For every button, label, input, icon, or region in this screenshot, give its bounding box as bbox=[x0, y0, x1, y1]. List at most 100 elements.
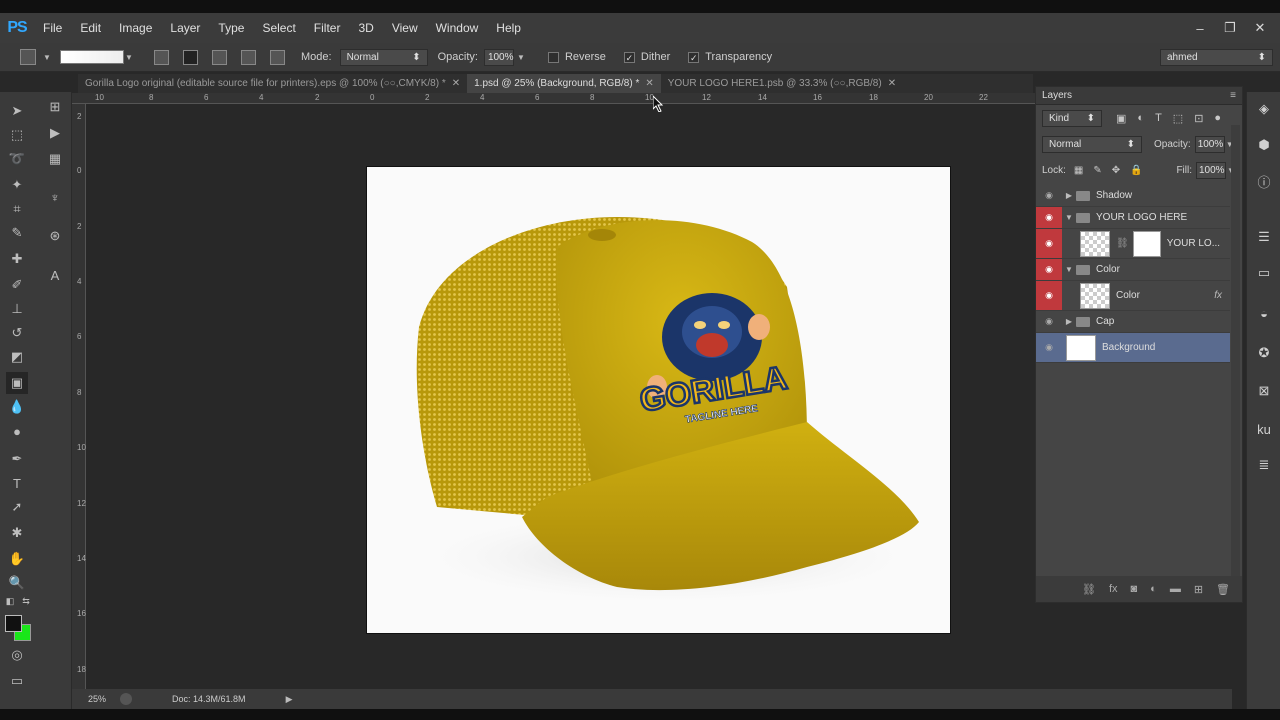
smart-object-filter-icon[interactable]: ⊡ bbox=[1194, 112, 1203, 125]
lock-all-icon[interactable]: 🔒 bbox=[1130, 165, 1142, 176]
layer-style-icon[interactable]: fx bbox=[1109, 583, 1118, 595]
crop-tool-icon[interactable]: ⌗ bbox=[6, 198, 28, 220]
collapse-triangle-icon[interactable]: ▼ bbox=[1062, 213, 1076, 222]
diamond-gradient-icon[interactable] bbox=[270, 49, 285, 65]
type-filter-icon[interactable]: T bbox=[1155, 112, 1162, 125]
linear-gradient-icon[interactable] bbox=[154, 49, 169, 65]
move-tool-icon[interactable]: ➤ bbox=[6, 100, 28, 122]
document-canvas[interactable]: GORILLA TAGLINE HERE bbox=[366, 166, 951, 634]
reverse-checkbox[interactable] bbox=[547, 51, 559, 63]
menu-file[interactable]: File bbox=[34, 13, 71, 43]
layer-filter-select[interactable]: Kind ⬍ bbox=[1042, 109, 1102, 127]
paragraph-icon[interactable]: ≣ bbox=[1255, 456, 1273, 474]
clone-source-icon[interactable]: ⊛ bbox=[44, 225, 66, 247]
shape-tool-icon[interactable]: ✱ bbox=[6, 522, 28, 544]
zoom-tool-icon[interactable]: 🔍 bbox=[6, 572, 28, 594]
delete-layer-icon[interactable]: 🗑 bbox=[1216, 583, 1230, 596]
layer-effects-icon[interactable]: fx bbox=[1214, 290, 1222, 301]
path-selection-icon[interactable]: ➚ bbox=[6, 496, 28, 518]
navigator-icon[interactable]: ⊠ bbox=[1255, 382, 1273, 400]
blur-tool-icon[interactable]: 💧 bbox=[6, 396, 28, 418]
tab-your-logo-here[interactable]: YOUR LOGO HERE1.psb @ 33.3% (○○,RGB/8) ✕ bbox=[661, 74, 903, 93]
collapse-triangle-icon[interactable]: ▼ bbox=[1062, 265, 1076, 274]
eyedropper-icon[interactable]: ✎ bbox=[6, 222, 28, 244]
new-layer-icon[interactable]: ⊞ bbox=[1194, 583, 1203, 596]
adjustment-filter-icon[interactable]: ◐ bbox=[1137, 112, 1144, 125]
screen-mode-icon[interactable]: ▭ bbox=[6, 670, 28, 692]
fill-input[interactable]: 100% bbox=[1196, 161, 1226, 179]
character-panel-icon[interactable]: A bbox=[44, 264, 66, 286]
visibility-eye-icon[interactable]: ◉ bbox=[1036, 281, 1062, 310]
menu-select[interactable]: Select bbox=[253, 13, 304, 43]
eraser-tool-icon[interactable]: ◩ bbox=[6, 346, 28, 368]
link-layers-icon[interactable]: ⛓ bbox=[1082, 583, 1096, 596]
layers-scrollbar[interactable] bbox=[1231, 125, 1240, 585]
menu-help[interactable]: Help bbox=[487, 13, 530, 43]
reflected-gradient-icon[interactable] bbox=[241, 49, 256, 65]
menu-edit[interactable]: Edit bbox=[71, 13, 110, 43]
tool-preset-picker[interactable]: ▼ bbox=[20, 49, 52, 65]
foreground-color-swatch[interactable] bbox=[5, 615, 22, 632]
blend-mode-select[interactable]: Normal ⬍ bbox=[1042, 135, 1142, 153]
type-tool-icon[interactable]: T bbox=[6, 472, 28, 494]
angle-gradient-icon[interactable] bbox=[212, 49, 227, 65]
gradient-picker[interactable]: ▼ bbox=[60, 50, 134, 64]
lock-transparent-icon[interactable]: ▦ bbox=[1074, 165, 1083, 176]
stamp-tool-icon[interactable]: ⊥ bbox=[6, 298, 28, 320]
play-icon[interactable]: ▶ bbox=[44, 122, 66, 144]
restore-button[interactable]: ❐ bbox=[1222, 20, 1238, 36]
opacity-input[interactable]: 100% bbox=[483, 48, 514, 66]
menu-window[interactable]: Window bbox=[427, 13, 488, 43]
tab-1-psd[interactable]: 1.psd @ 25% (Background, RGB/8) * ✕ bbox=[467, 74, 661, 93]
lasso-tool-icon[interactable]: ➰ bbox=[6, 148, 28, 170]
history-brush-icon[interactable]: ⊞ bbox=[44, 96, 66, 118]
opacity-dropdown[interactable]: ▼ bbox=[516, 50, 526, 64]
zoom-level[interactable]: 25% bbox=[88, 694, 106, 704]
quick-mask-icon[interactable]: ◎ bbox=[6, 644, 28, 666]
menu-layer[interactable]: Layer bbox=[161, 13, 209, 43]
swap-colors-icon[interactable]: ⇆ bbox=[18, 594, 34, 608]
layer-row[interactable]: ◉ ▼ Color bbox=[1036, 259, 1230, 281]
gradient-tool-icon[interactable]: ▣ bbox=[6, 372, 28, 394]
panel-menu-icon[interactable]: ≡ bbox=[1230, 90, 1236, 101]
close-icon[interactable]: ✕ bbox=[452, 78, 460, 89]
lock-pixels-icon[interactable]: ✎ bbox=[1093, 165, 1101, 176]
layer-comps-icon[interactable]: ▦ bbox=[44, 148, 66, 170]
layer-row-selected[interactable]: ◉ Background bbox=[1036, 333, 1230, 363]
styles-icon[interactable]: ✪ bbox=[1255, 344, 1273, 362]
layer-row[interactable]: ◉ ▶ Cap bbox=[1036, 311, 1230, 333]
visibility-eye-icon[interactable]: ◉ bbox=[1036, 333, 1062, 362]
shape-filter-icon[interactable]: ⬚ bbox=[1173, 112, 1183, 125]
info-icon[interactable]: ⓘ bbox=[1255, 172, 1273, 190]
properties-icon[interactable]: ▭ bbox=[1255, 264, 1273, 282]
new-group-icon[interactable]: ▬ bbox=[1170, 583, 1181, 595]
menu-3d[interactable]: 3D bbox=[349, 13, 382, 43]
channels-icon[interactable]: ☰ bbox=[1255, 228, 1273, 246]
visibility-eye-icon[interactable]: ◉ bbox=[1036, 311, 1062, 332]
visibility-eye-icon[interactable]: ◉ bbox=[1036, 259, 1062, 280]
brush-preset-icon[interactable]: ♆ bbox=[44, 186, 66, 208]
pen-tool-icon[interactable]: ✒ bbox=[6, 448, 28, 470]
visibility-eye-icon[interactable]: ◉ bbox=[1036, 207, 1062, 228]
magic-wand-icon[interactable]: ✦ bbox=[6, 174, 28, 196]
visibility-eye-icon[interactable]: ◉ bbox=[1036, 185, 1062, 206]
minimize-button[interactable]: ‒ bbox=[1192, 20, 1208, 36]
adjustment-layer-icon[interactable]: ◐ bbox=[1150, 583, 1157, 595]
dodge-tool-icon[interactable]: ● bbox=[6, 420, 28, 442]
status-menu-arrow-icon[interactable]: ▶ bbox=[286, 694, 293, 705]
workspace-select[interactable]: ahmed ⬍ bbox=[1160, 49, 1273, 66]
transparency-checkbox[interactable]: ✓ bbox=[688, 51, 700, 63]
gradient-swatch[interactable] bbox=[60, 50, 124, 64]
3d-panel-icon[interactable]: ⬢ bbox=[1255, 136, 1273, 154]
layer-row[interactable]: ◉ ▼ YOUR LOGO HERE bbox=[1036, 207, 1230, 229]
close-icon[interactable]: ✕ bbox=[645, 78, 653, 89]
default-colors-icon[interactable]: ◧ bbox=[2, 594, 18, 608]
mode-select[interactable]: Normal ⬍ bbox=[339, 48, 428, 66]
status-info-icon[interactable] bbox=[120, 693, 133, 705]
lock-position-icon[interactable]: ✥ bbox=[1112, 165, 1120, 176]
kuler-icon[interactable]: ku bbox=[1255, 420, 1273, 438]
marquee-tool-icon[interactable]: ⬚ bbox=[6, 124, 28, 146]
layer-mask-thumbnail[interactable] bbox=[1132, 230, 1161, 257]
close-icon[interactable]: ✕ bbox=[888, 78, 896, 89]
menu-view[interactable]: View bbox=[383, 13, 427, 43]
